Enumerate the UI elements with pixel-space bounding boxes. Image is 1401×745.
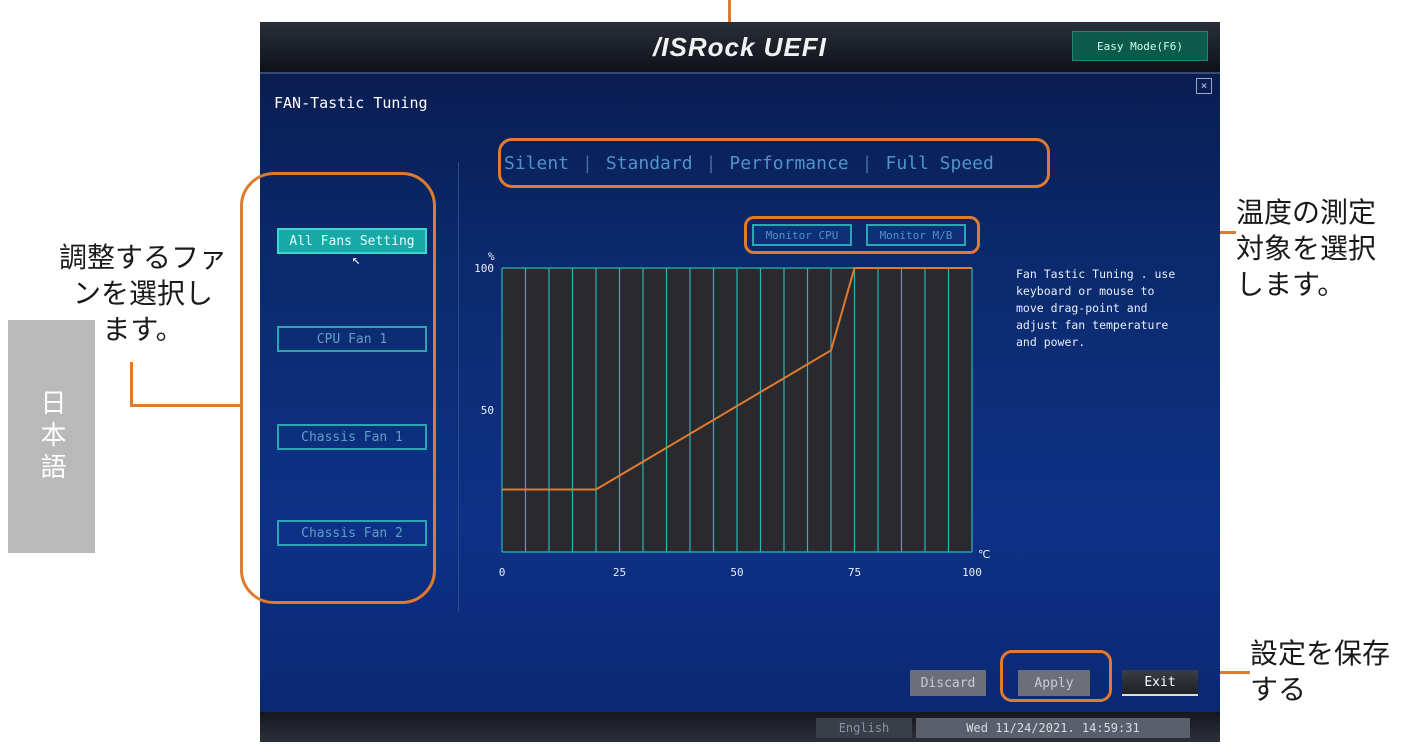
fan-curve-chart[interactable]: 0 25 50 75 100 100 50% ℃ bbox=[460, 244, 1000, 584]
language-button[interactable]: English bbox=[816, 718, 912, 738]
date-time-display: Wed 11/24/2021. 14:59:31 bbox=[916, 718, 1190, 738]
annotation-monitor-select: 温度の測定 対象を選択 します。 bbox=[1236, 195, 1396, 303]
annotation-line: します。 bbox=[1236, 268, 1346, 301]
help-text: Fan Tastic Tuning . use keyboard or mous… bbox=[1016, 267, 1176, 349]
x-axis-label: ℃ bbox=[978, 548, 990, 561]
annotation-save: 設定を保存 する bbox=[1250, 636, 1400, 708]
highlight-ring-apply bbox=[1000, 650, 1112, 702]
discard-button[interactable]: Discard bbox=[910, 670, 986, 696]
annotation-line: 対象を選択 bbox=[1236, 232, 1377, 265]
language-tab: 日本語 bbox=[8, 320, 95, 553]
highlight-ring-modes bbox=[498, 138, 1050, 188]
easy-mode-button[interactable]: Easy Mode(F6) bbox=[1072, 31, 1208, 61]
y-tick-label: 50 bbox=[481, 404, 494, 417]
bios-top-bar: /ISRock UEFI Easy Mode(F6) bbox=[260, 22, 1220, 74]
annotation-line: 調整するファ bbox=[58, 241, 227, 274]
leader-line bbox=[130, 362, 133, 406]
y-tick-label: 100 bbox=[474, 262, 494, 275]
panel-divider bbox=[458, 162, 459, 612]
x-tick-label: 25 bbox=[613, 566, 626, 579]
page-title: FAN-Tastic Tuning bbox=[274, 94, 428, 112]
annotation-line: ンを選択し bbox=[72, 277, 213, 310]
y-axis-label: % bbox=[488, 250, 495, 263]
exit-button[interactable]: Exit bbox=[1122, 670, 1198, 696]
x-tick-label: 50 bbox=[730, 566, 743, 579]
x-tick-label: 100 bbox=[962, 566, 982, 579]
status-bar: English Wed 11/24/2021. 14:59:31 bbox=[260, 712, 1220, 742]
annotation-line: 温度の測定 bbox=[1236, 196, 1377, 229]
highlight-ring-fan-list bbox=[240, 172, 436, 604]
close-icon[interactable]: × bbox=[1196, 78, 1212, 94]
x-tick-label: 0 bbox=[499, 566, 506, 579]
leader-line bbox=[130, 404, 242, 407]
highlight-ring-monitor bbox=[744, 216, 980, 254]
x-tick-label: 75 bbox=[848, 566, 861, 579]
annotation-line: 設定を保存 bbox=[1250, 637, 1391, 670]
annotation-line: する bbox=[1250, 673, 1307, 706]
